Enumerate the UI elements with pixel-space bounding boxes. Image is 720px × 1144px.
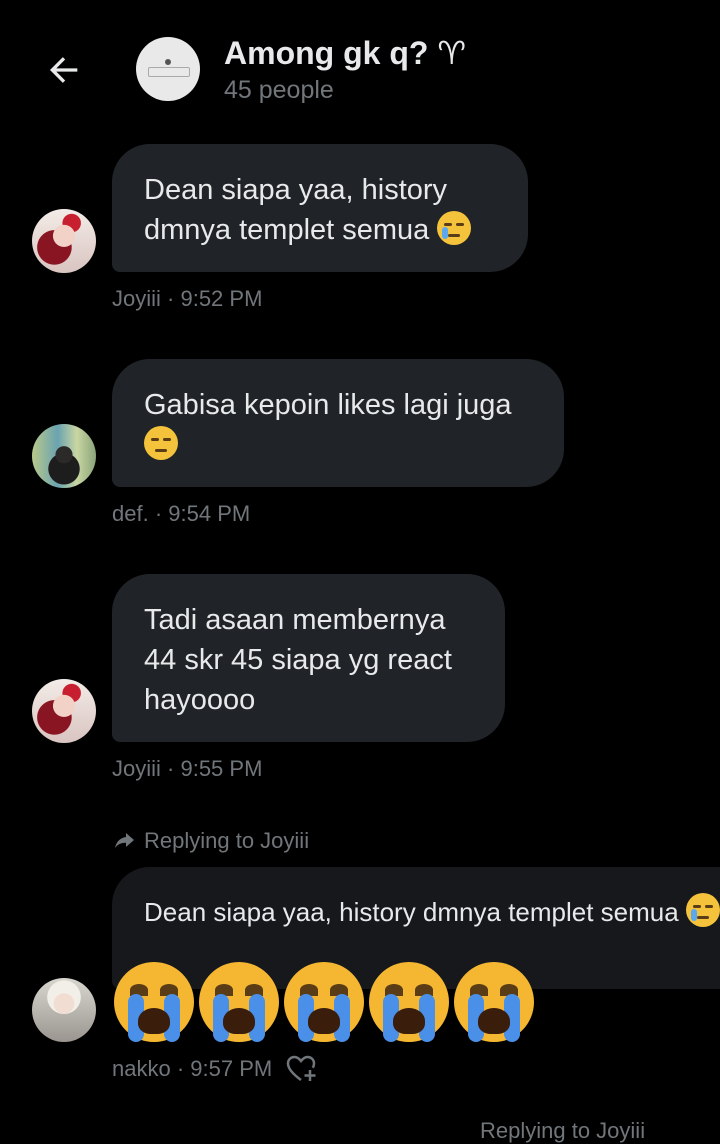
- message-text: Dean siapa yaa, history: [144, 174, 448, 206]
- message-text: Tadi asaan membernya: [144, 604, 446, 636]
- message-meta: Joyiii · 9:52 PM: [112, 286, 263, 311]
- heart-plus-icon[interactable]: [286, 1054, 318, 1084]
- timestamp: 9:55 PM: [180, 756, 263, 781]
- loudly-crying-emoji-icon: [454, 962, 534, 1042]
- sender-name: def.: [112, 501, 149, 526]
- message-meta: nakko · 9:57 PM: [112, 1054, 318, 1084]
- message-bubble[interactable]: Gabisa kepoin likes lagi juga: [112, 359, 564, 487]
- reply-context[interactable]: Replying to Joyiii: [480, 1118, 645, 1144]
- loudly-crying-emoji-icon: [284, 962, 364, 1042]
- arrow-left-icon: [50, 57, 78, 83]
- group-avatar[interactable]: [136, 37, 200, 101]
- sender-name: Joyiii: [112, 756, 161, 781]
- quoted-text: Dean siapa yaa, history dmnya templet se…: [144, 897, 679, 927]
- pensive-emoji-icon: [144, 426, 178, 460]
- avatar[interactable]: [32, 424, 96, 488]
- message-bubble[interactable]: Tadi asaan membernya 44 skr 45 siapa yg …: [112, 574, 505, 742]
- timestamp: 9:54 PM: [168, 501, 251, 526]
- message-text: Gabisa kepoin likes lagi juga: [144, 389, 512, 421]
- sender-name: Joyiii: [112, 286, 161, 311]
- avatar[interactable]: [32, 209, 96, 273]
- message-meta: def. · 9:54 PM: [112, 501, 251, 526]
- avatar[interactable]: [32, 978, 96, 1042]
- back-button[interactable]: [40, 46, 88, 94]
- group-title[interactable]: Among gk q? ♈: [224, 34, 466, 72]
- smiling-tear-emoji-icon: [685, 893, 720, 927]
- reply-context-label: Replying to Joyiii: [144, 828, 310, 853]
- timestamp: 9:52 PM: [180, 286, 263, 311]
- reply-context[interactable]: Replying to Joyiii: [112, 828, 309, 854]
- loudly-crying-emoji-icon: [199, 962, 279, 1042]
- avatar[interactable]: [32, 679, 96, 743]
- member-count[interactable]: 45 people: [224, 76, 334, 105]
- smiling-tear-emoji-icon: [437, 211, 472, 245]
- message-bubble[interactable]: Dean siapa yaa, history dmnya templet se…: [112, 144, 528, 272]
- sender-name: nakko: [112, 1056, 171, 1081]
- message-text: 44 skr 45 siapa yg react: [144, 644, 452, 676]
- timestamp: 9:57 PM: [190, 1056, 273, 1081]
- reply-arrow-icon: [115, 833, 134, 848]
- message-text: dmnya templet semua: [144, 214, 430, 246]
- message-text: hayoooo: [144, 684, 256, 716]
- message-meta: Joyiii · 9:55 PM: [112, 756, 263, 781]
- loudly-crying-emoji-icon: [114, 962, 194, 1042]
- loudly-crying-emoji-icon: [369, 962, 449, 1042]
